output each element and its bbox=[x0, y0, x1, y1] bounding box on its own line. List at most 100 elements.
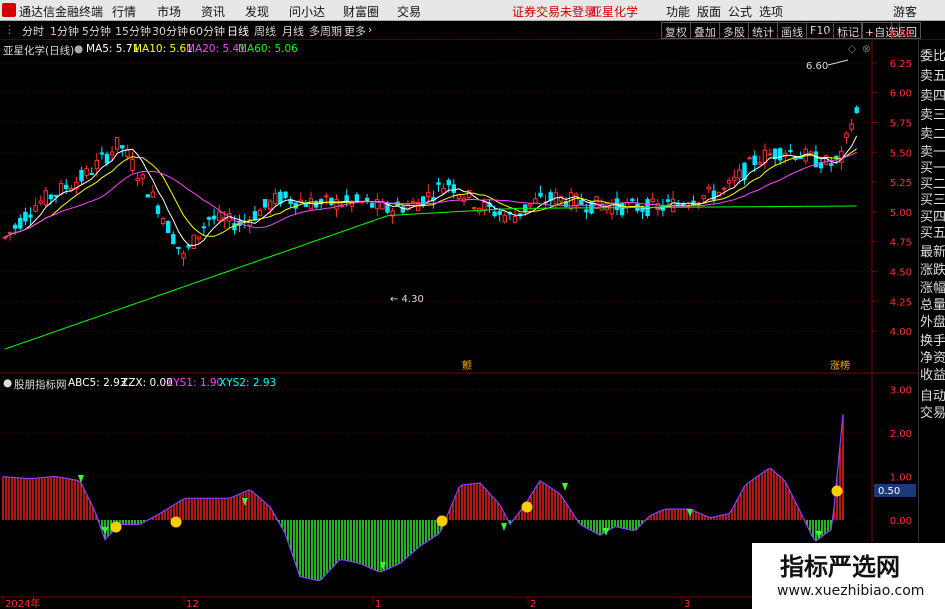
candle-body bbox=[844, 132, 849, 138]
indicator-title: 股朋指标网 bbox=[14, 379, 67, 391]
indicator-tick-label: 0.00 bbox=[890, 516, 912, 527]
candle-body bbox=[436, 182, 441, 185]
price-tick-label: 5.00 bbox=[890, 208, 912, 219]
current-value-label: 0.50 bbox=[878, 486, 900, 497]
candle-body bbox=[135, 177, 140, 182]
candle-body bbox=[18, 217, 23, 229]
side-item[interactable]: 委比 bbox=[920, 45, 945, 64]
candle-body bbox=[211, 215, 217, 220]
candle-body bbox=[196, 236, 202, 240]
candle-body bbox=[721, 187, 727, 190]
xys1-label: XYS1: 1.90 bbox=[166, 377, 224, 389]
down-arrow-icon bbox=[603, 528, 609, 536]
candle-body bbox=[375, 199, 380, 210]
candle-body bbox=[849, 123, 854, 130]
price-tick-label: 6.25 bbox=[890, 59, 912, 70]
xys1-line bbox=[2, 414, 844, 582]
candle-body bbox=[594, 196, 599, 210]
candle-body bbox=[752, 155, 757, 166]
chart-title: 亚星化学(日线) bbox=[3, 45, 75, 57]
event-marker: 涨榜 bbox=[830, 359, 850, 372]
candle-body bbox=[574, 193, 579, 207]
candle-body bbox=[482, 201, 487, 212]
side-item[interactable]: 卖五 bbox=[920, 65, 945, 84]
candle-body bbox=[160, 218, 166, 224]
expand-diamond-icon[interactable]: ◇ bbox=[848, 43, 856, 55]
date-tick-label: 3 bbox=[684, 599, 690, 609]
price-tick-label: 4.00 bbox=[890, 327, 912, 338]
candle-body bbox=[43, 190, 48, 205]
indicator-tick-label: 2.00 bbox=[890, 429, 912, 440]
indicator-tick-label: 1.00 bbox=[890, 473, 912, 484]
candle-body bbox=[84, 168, 89, 176]
candle-body bbox=[364, 197, 370, 201]
candle-body bbox=[79, 169, 84, 182]
close-panel-icon[interactable]: ⊗ bbox=[862, 43, 871, 55]
candle-body bbox=[757, 161, 762, 165]
candle-body bbox=[58, 183, 64, 195]
smiley-icon bbox=[521, 501, 533, 513]
candle-body bbox=[283, 191, 288, 198]
side-item[interactable]: 卖三 bbox=[920, 104, 945, 123]
high-price-arrow bbox=[827, 59, 849, 66]
side-item[interactable]: 收益 bbox=[920, 364, 945, 383]
side-item[interactable]: 卖二 bbox=[920, 123, 945, 142]
date-tick-label: 2024年 bbox=[5, 597, 40, 609]
candle-body bbox=[426, 192, 431, 198]
candle-body bbox=[640, 208, 645, 212]
price-tick-label: 4.75 bbox=[890, 238, 912, 249]
price-tick-label: 4.25 bbox=[890, 297, 912, 308]
candle-body bbox=[181, 252, 186, 259]
side-item[interactable]: 外盘 bbox=[920, 311, 945, 330]
candle-body bbox=[579, 199, 584, 205]
candle-body bbox=[512, 215, 518, 223]
candle-body bbox=[747, 157, 752, 160]
side-item[interactable]: 交易 bbox=[920, 402, 945, 421]
ma20-label: MA20: 5.41 bbox=[186, 43, 246, 55]
candle-body bbox=[28, 214, 33, 218]
candle-body bbox=[257, 209, 263, 217]
candlestick-series bbox=[2, 105, 859, 266]
indicator-tick-label: 3.00 bbox=[890, 386, 912, 397]
smiley-icon bbox=[436, 515, 448, 527]
candle-body bbox=[354, 194, 360, 202]
candle-body bbox=[13, 224, 18, 229]
ma5-label: MA5: 5.71 bbox=[86, 43, 140, 55]
candle-body bbox=[64, 184, 69, 190]
candle-body bbox=[492, 211, 497, 217]
candle-body bbox=[109, 151, 115, 156]
candle-body bbox=[788, 150, 793, 153]
candle-body bbox=[145, 194, 151, 198]
candle-body bbox=[33, 205, 38, 212]
price-tick-label: 6.50 bbox=[890, 29, 912, 40]
candle-body bbox=[217, 211, 222, 221]
candle-body bbox=[140, 174, 145, 179]
candle-body bbox=[344, 195, 349, 202]
chart-settings-icon[interactable]: ● bbox=[74, 43, 83, 55]
price-tick-label: 6.00 bbox=[890, 89, 912, 100]
candle-body bbox=[650, 198, 655, 203]
candle-body bbox=[472, 207, 477, 210]
side-item[interactable]: 卖四 bbox=[920, 85, 945, 104]
candle-body bbox=[706, 186, 711, 190]
smiley-icon bbox=[831, 485, 843, 497]
watermark: 指标严选网 www.xuezhibiao.com bbox=[752, 543, 945, 609]
candle-body bbox=[171, 234, 176, 245]
oscillator-bars bbox=[2, 414, 844, 581]
side-item[interactable]: 最新 bbox=[920, 241, 945, 260]
candle-body bbox=[252, 211, 258, 221]
candle-body bbox=[451, 184, 457, 193]
kline-chart-canvas[interactable]: 6.50 6.25 6.00 5.75 5.50 5.25 5.00 4.75 4.50 4.25… bbox=[0, 0, 945, 609]
indicator-settings-icon[interactable]: ● bbox=[3, 377, 12, 389]
side-item[interactable]: 涨跌 bbox=[920, 259, 945, 278]
side-item[interactable]: 买五 bbox=[920, 222, 945, 241]
date-tick-label: 12 bbox=[186, 599, 199, 609]
high-price-label: 6.60 bbox=[806, 61, 828, 72]
candle-body bbox=[528, 203, 533, 207]
candle-body bbox=[262, 199, 268, 208]
candle-body bbox=[166, 221, 171, 234]
candle-body bbox=[834, 155, 839, 159]
candle-body bbox=[584, 209, 589, 213]
candle-body bbox=[334, 198, 339, 210]
price-tick-label: 4.50 bbox=[890, 268, 912, 279]
